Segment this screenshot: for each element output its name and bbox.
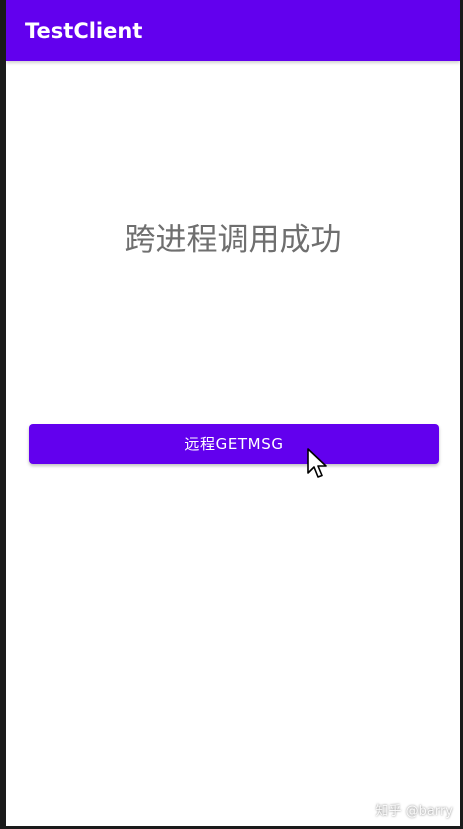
remote-getmsg-button[interactable]: 远程GETMSG	[29, 424, 439, 464]
arrow-cursor-icon	[307, 448, 327, 478]
app-title: TestClient	[25, 19, 143, 43]
device-frame: TestClient 跨进程调用成功 远程GETMSG 知乎 @barry	[0, 0, 463, 829]
watermark: 知乎 @barry	[375, 804, 453, 819]
app-bar: TestClient	[6, 0, 460, 61]
app-screen: TestClient 跨进程调用成功 远程GETMSG	[6, 0, 460, 826]
result-message: 跨进程调用成功	[124, 222, 342, 258]
